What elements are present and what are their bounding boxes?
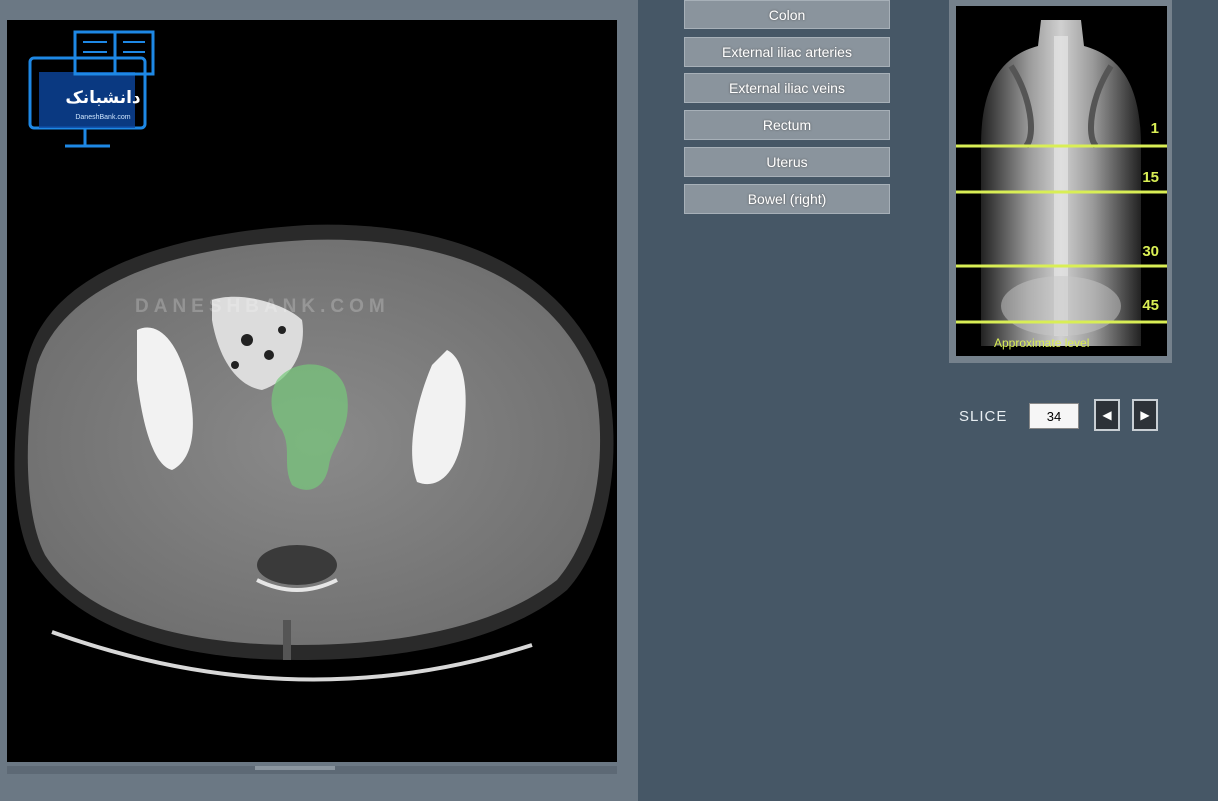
- structure-label: External iliac arteries: [722, 44, 852, 60]
- structure-button-uterus[interactable]: Uterus: [684, 147, 890, 177]
- approximate-level-caption: Approximate level: [994, 336, 1090, 350]
- level-marker-1: 1: [1150, 120, 1159, 137]
- structure-button-colon[interactable]: Colon: [684, 0, 890, 29]
- level-marker-45: 45: [1142, 297, 1159, 314]
- watermark-text: DANESHBANK.COM: [135, 296, 390, 317]
- prev-slice-icon: ◀: [1102, 408, 1112, 422]
- next-slice-button[interactable]: ▶: [1132, 399, 1158, 431]
- structure-label: Bowel (right): [747, 191, 827, 207]
- logo-text: دانشبانک: [65, 88, 141, 108]
- structure-button-bowel-right[interactable]: Bowel (right): [684, 184, 890, 214]
- structure-label: Colon: [768, 6, 806, 23]
- next-slice-icon: ▶: [1140, 408, 1150, 422]
- structure-label: External iliac veins: [729, 80, 845, 96]
- scroll-thumb[interactable]: [255, 766, 335, 770]
- structure-button-external-iliac-arteries[interactable]: External iliac arteries: [684, 37, 890, 67]
- scout-viewer[interactable]: 1 15 30 45 Approximate level: [956, 6, 1167, 356]
- scout-image: [956, 20, 1167, 346]
- daneshbank-logo: دانشبانک DaneshBank.com: [25, 28, 165, 158]
- structure-button-rectum[interactable]: Rectum: [684, 110, 890, 140]
- prev-slice-button[interactable]: ◀: [1094, 399, 1120, 431]
- structure-label: Uterus: [766, 154, 808, 170]
- slice-label: SLICE: [959, 408, 1008, 425]
- slice-number-input[interactable]: [1029, 403, 1079, 429]
- level-marker-15: 15: [1142, 169, 1159, 186]
- structure-label: Rectum: [762, 117, 812, 133]
- structure-button-external-iliac-veins[interactable]: External iliac veins: [684, 73, 890, 103]
- ct-axial-viewer[interactable]: DANESHBANK.COM دانشبانک DaneshBank.com: [7, 20, 617, 762]
- horizontal-scrollbar[interactable]: [7, 766, 617, 774]
- level-marker-30: 30: [1142, 243, 1159, 260]
- logo-subtext: DaneshBank.com: [75, 114, 131, 121]
